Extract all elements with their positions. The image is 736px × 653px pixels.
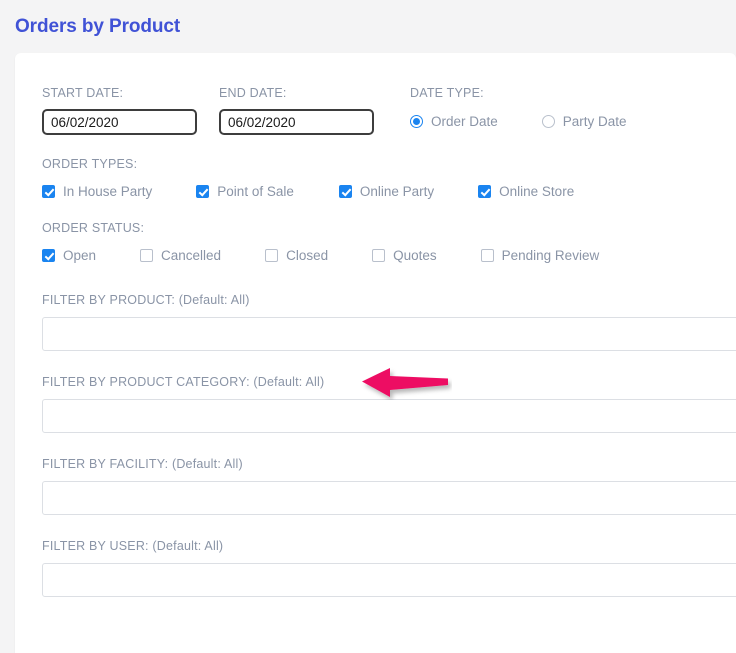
date-criteria-row: START DATE: END DATE: DATE TYPE: Order D… (42, 86, 736, 135)
radio-order-date-label: Order Date (431, 114, 498, 129)
date-type-group: DATE TYPE: Order Date Party Date (410, 86, 627, 129)
report-filters-card: START DATE: END DATE: DATE TYPE: Order D… (15, 53, 736, 653)
filter-by-user-label-row: FILTER BY USER: (Default: All) (42, 539, 736, 553)
order-status-checkbox-row: Open Cancelled Closed Quotes Pending Rev… (42, 248, 736, 263)
filter-by-facility-label: FILTER BY FACILITY: (Default: All) (42, 457, 243, 471)
checkbox-cancelled-label: Cancelled (161, 248, 222, 263)
checkbox-online-party-label: Online Party (359, 184, 435, 199)
filter-by-product-block: FILTER BY PRODUCT: (Default: All) (42, 293, 736, 351)
filter-by-product-label-row: FILTER BY PRODUCT: (Default: All) (42, 293, 736, 307)
checkbox-checked-icon (338, 185, 352, 198)
radio-order-date[interactable]: Order Date (410, 114, 498, 129)
checkbox-quotes-label: Quotes (393, 248, 437, 263)
checkbox-unchecked-icon (480, 249, 494, 262)
filter-by-facility-input[interactable] (42, 481, 736, 515)
filter-by-user-input[interactable] (42, 563, 736, 597)
start-date-group: START DATE: (42, 86, 197, 135)
filter-by-product-category-label: FILTER BY PRODUCT CATEGORY: (Default: Al… (42, 375, 325, 389)
filter-by-product-category-input[interactable] (42, 399, 736, 433)
end-date-label: END DATE: (219, 86, 287, 100)
start-date-input[interactable] (42, 109, 197, 135)
radio-unselected-icon (541, 115, 555, 128)
annotation-arrow-left-icon (360, 364, 452, 400)
order-types-checkbox-row: In House Party Point of Sale Online Part… (42, 184, 736, 199)
checkbox-pending-review-label: Pending Review (501, 248, 600, 263)
date-type-radio-group: Order Date Party Date (410, 114, 627, 129)
filter-by-user-label: FILTER BY USER: (Default: All) (42, 539, 224, 553)
end-date-group: END DATE: (219, 86, 374, 135)
date-type-label: DATE TYPE: (410, 86, 484, 100)
checkbox-checked-icon (42, 249, 55, 262)
checkbox-closed-label: Closed (286, 248, 329, 263)
filter-by-facility-block: FILTER BY FACILITY: (Default: All) (42, 457, 736, 515)
order-status-label: ORDER STATUS: (42, 221, 145, 235)
checkbox-in-house-party[interactable]: In House Party (42, 184, 152, 199)
filter-by-facility-label-row: FILTER BY FACILITY: (Default: All) (42, 457, 736, 471)
page-header: Orders by Product (0, 0, 736, 53)
checkbox-closed[interactable]: Closed (265, 248, 328, 263)
checkbox-open-label: Open (63, 248, 97, 263)
checkbox-online-store[interactable]: Online Store (478, 184, 574, 199)
checkbox-pending-review[interactable]: Pending Review (480, 248, 600, 263)
order-types-group: ORDER TYPES: In House Party Point of Sal… (42, 157, 736, 199)
page-title: Orders by Product (15, 15, 181, 37)
filter-by-product-category-label-row: FILTER BY PRODUCT CATEGORY: (Default: Al… (42, 368, 736, 397)
checkbox-checked-icon (42, 185, 55, 198)
checkbox-in-house-party-label: In House Party (63, 184, 153, 199)
checkbox-open[interactable]: Open (42, 248, 96, 263)
filter-by-product-category-block: FILTER BY PRODUCT CATEGORY: (Default: Al… (42, 368, 736, 433)
checkbox-unchecked-icon (140, 249, 154, 262)
radio-party-date-label: Party Date (562, 114, 627, 129)
radio-party-date[interactable]: Party Date (541, 114, 627, 129)
order-status-group: ORDER STATUS: Open Cancelled Closed Quot… (42, 221, 736, 263)
checkbox-checked-icon (478, 185, 492, 198)
start-date-label: START DATE: (42, 86, 124, 100)
checkbox-point-of-sale[interactable]: Point of Sale (196, 184, 294, 199)
filter-by-user-block: FILTER BY USER: (Default: All) (42, 539, 736, 597)
filter-by-product-input[interactable] (42, 317, 736, 351)
checkbox-online-party[interactable]: Online Party (338, 184, 435, 199)
checkbox-online-store-label: Online Store (499, 184, 575, 199)
checkbox-unchecked-icon (265, 249, 279, 262)
end-date-input[interactable] (219, 109, 374, 135)
checkbox-unchecked-icon (372, 249, 386, 262)
checkbox-cancelled[interactable]: Cancelled (140, 248, 221, 263)
order-types-label: ORDER TYPES: (42, 157, 138, 171)
filter-by-product-label: FILTER BY PRODUCT: (Default: All) (42, 293, 250, 307)
checkbox-quotes[interactable]: Quotes (372, 248, 437, 263)
checkbox-point-of-sale-label: Point of Sale (217, 184, 294, 199)
radio-selected-icon (410, 115, 423, 128)
checkbox-checked-icon (196, 185, 210, 198)
